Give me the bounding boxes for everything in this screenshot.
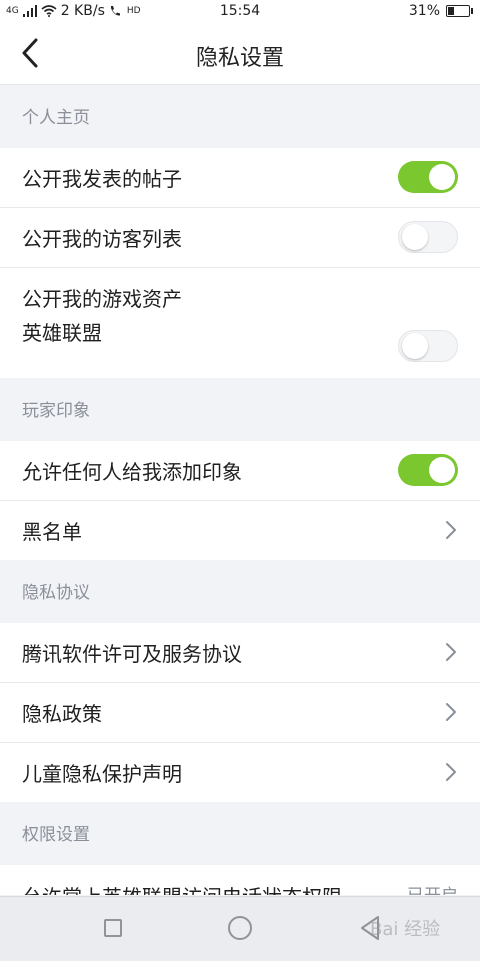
- setting-label: 公开我的游戏资产: [22, 287, 182, 311]
- setting-row-child-privacy[interactable]: 儿童隐私保护声明: [0, 743, 480, 802]
- setting-row-software-license[interactable]: 腾讯软件许可及服务协议: [0, 623, 480, 683]
- battery-fill: [448, 7, 455, 15]
- setting-row-visitor-list: 公开我的访客列表: [0, 208, 480, 268]
- setting-row-public-posts: 公开我发表的帖子: [0, 148, 480, 208]
- setting-row-game-assets: 公开我的游戏资产 英雄联盟: [0, 268, 480, 378]
- setting-status: 已开启: [407, 881, 458, 895]
- section-header-impressions: 玩家印象: [0, 378, 480, 441]
- home-button[interactable]: [228, 916, 252, 940]
- setting-label: 允许掌上英雄联盟访问电话状态权限: [22, 881, 342, 895]
- battery-percent: 31%: [408, 3, 440, 19]
- status-right: 31%: [408, 3, 473, 19]
- watermark: Bai 经验: [370, 919, 441, 940]
- settings-list: 个人主页 公开我发表的帖子 公开我的访客列表 公开我的游戏资产 英雄联盟 玩家印…: [0, 85, 480, 895]
- setting-label-group: 公开我的游戏资产 英雄联盟: [22, 268, 182, 350]
- section-header-profile: 个人主页: [0, 85, 480, 148]
- section-header-permissions: 权限设置: [0, 802, 480, 865]
- recent-apps-button[interactable]: [104, 919, 122, 937]
- toggle-knob: [429, 457, 455, 483]
- setting-row-privacy-policy[interactable]: 隐私政策: [0, 683, 480, 743]
- setting-label: 儿童隐私保护声明: [22, 762, 182, 786]
- battery-icon: [446, 5, 473, 17]
- toggle-public-posts[interactable]: [398, 161, 458, 193]
- page-title: 隐私设置: [195, 46, 284, 71]
- setting-row-phone-permission[interactable]: 允许掌上英雄联盟访问电话状态权限 已开启: [0, 865, 480, 895]
- chevron-right-icon: [446, 643, 456, 661]
- toggle-allow-impressions[interactable]: [398, 454, 458, 486]
- toggle-knob: [402, 333, 428, 359]
- setting-label: 公开我的访客列表: [22, 227, 182, 251]
- toggle-knob: [429, 164, 455, 190]
- setting-label: 腾讯软件许可及服务协议: [22, 642, 242, 666]
- setting-row-blacklist[interactable]: 黑名单: [0, 501, 480, 560]
- chevron-right-icon: [446, 521, 456, 539]
- toggle-knob: [402, 224, 428, 250]
- setting-row-allow-impressions: 允许任何人给我添加印象: [0, 441, 480, 501]
- setting-sublabel: 英雄联盟: [22, 321, 102, 345]
- chevron-right-icon: [446, 703, 456, 721]
- chevron-right-icon: [446, 763, 456, 781]
- section-header-privacy-agreements: 隐私协议: [0, 560, 480, 623]
- toggle-game-assets[interactable]: [398, 330, 458, 362]
- nav-bar: 隐私设置: [0, 24, 480, 85]
- status-bar: 4G 2 KB/s HD 15:54 31%: [0, 0, 480, 24]
- setting-label: 公开我发表的帖子: [22, 167, 182, 191]
- setting-label: 黑名单: [22, 520, 82, 544]
- toggle-visitor-list[interactable]: [398, 221, 458, 253]
- setting-label: 隐私政策: [22, 702, 102, 726]
- setting-label: 允许任何人给我添加印象: [22, 460, 242, 484]
